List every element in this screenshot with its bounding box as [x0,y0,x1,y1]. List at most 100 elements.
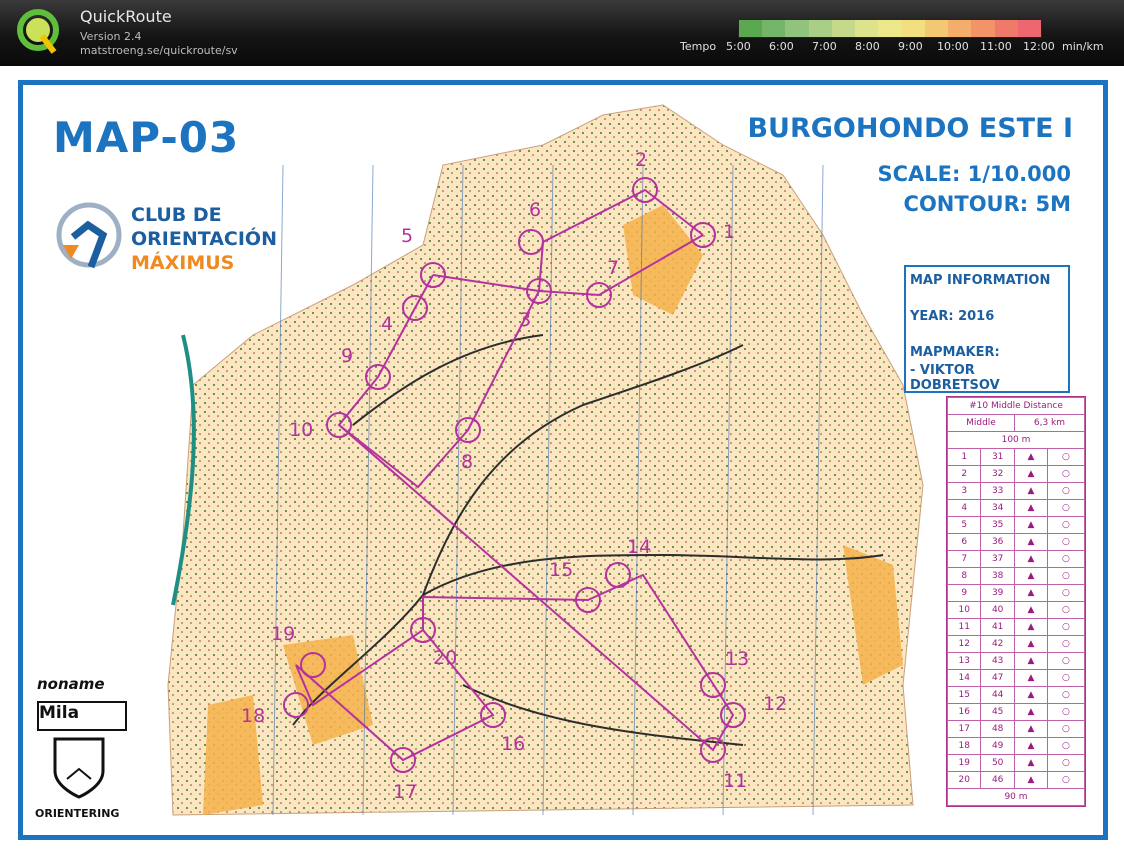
control-seq: 10 [946,601,982,619]
info-mapmaker-label: MAPMAKER: [910,345,1000,360]
feature-icon: ▲ [1013,465,1048,483]
mila-logo: Mila [37,701,127,731]
tempo-tick: 11:00 [980,40,1012,53]
tempo-swatch [901,20,925,37]
noname-logo: noname [37,675,105,693]
course-class: Middle [947,414,1015,432]
last-leg-distance: 90 m [947,788,1085,806]
description-row: 7 37 ▲ ○ [946,550,1086,568]
control-seq: 3 [946,482,982,500]
description-row: 6 36 ▲ ○ [946,533,1086,551]
orientering-text: ORIENTERING [35,807,120,820]
control-number: 4 [381,313,394,335]
feature-icon: ▲ [1013,618,1048,636]
feature-icon: ▲ [1013,686,1048,704]
tempo-swatch [739,20,763,37]
feature-icon: ▲ [1013,448,1048,466]
control-number: 5 [401,225,414,247]
title-bar: QuickRoute Version 2.4 matstroeng.se/qui… [0,0,1124,66]
info-year: YEAR: 2016 [910,309,995,324]
tempo-swatch [785,20,809,37]
control-number: 6 [529,199,542,221]
feature-icon: ▲ [1013,584,1048,602]
control-description-sheet: #10 Middle Distance Middle 6,3 km 100 m 1… [946,396,1086,807]
control-seq: 4 [946,499,982,517]
location-icon: ○ [1046,533,1086,551]
control-seq: 6 [946,533,982,551]
control-number: 17 [393,781,418,803]
location-icon: ○ [1046,482,1086,500]
control-number: 9 [341,345,354,367]
control-number: 13 [725,648,750,670]
control-number: 10 [289,419,314,441]
description-row: 11 41 ▲ ○ [946,618,1086,636]
control-seq: 18 [946,737,982,755]
scale-text: SCALE: 1/10.000 [877,162,1071,186]
location-icon: ○ [1046,618,1086,636]
control-number: 14 [627,536,652,558]
control-code: 35 [980,516,1015,534]
control-number: 8 [461,451,474,473]
control-seq: 12 [946,635,982,653]
feature-icon: ▲ [1013,737,1048,755]
description-row: 12 42 ▲ ○ [946,635,1086,653]
feature-icon: ▲ [1013,635,1048,653]
club-line3: MÁXIMUS [131,252,235,274]
control-number: 19 [271,623,296,645]
control-code: 48 [980,720,1015,738]
scale-info: SCALE: 1/10.000 CONTOUR: 5M [877,159,1071,219]
location-icon: ○ [1046,516,1086,534]
ifk-lidingo-crest-icon [53,737,105,799]
tempo-swatch [924,20,949,37]
control-seq: 13 [946,652,982,670]
control-code: 50 [980,754,1015,772]
control-code: 33 [980,482,1015,500]
club-logo: CLUB DE ORIENTACIÓN MÁXIMUS [53,197,293,277]
description-row: 19 50 ▲ ○ [946,754,1086,772]
control-number: 20 [433,647,458,669]
control-seq: 20 [946,771,982,789]
control-number: 11 [723,770,748,792]
feature-icon: ▲ [1013,669,1048,687]
control-number: 12 [763,693,788,715]
description-row: 5 35 ▲ ○ [946,516,1086,534]
tempo-tick: 6:00 [769,40,794,53]
control-code: 37 [980,550,1015,568]
mila-text: Mila [39,703,80,723]
description-row: 1 31 ▲ ○ [946,448,1086,466]
description-row: 13 43 ▲ ○ [946,652,1086,670]
control-number: 15 [549,559,574,581]
tempo-swatch [948,20,972,37]
control-code: 46 [980,771,1015,789]
control-number: 16 [501,733,526,755]
feature-icon: ▲ [1013,601,1048,619]
course-length: 6,3 km [1013,414,1086,432]
location-icon: ○ [1046,550,1086,568]
finish-distance: 100 m [947,431,1085,449]
contour-text: CONTOUR: 5M [903,192,1071,216]
description-row: 4 34 ▲ ○ [946,499,1086,517]
club-name: CLUB DE ORIENTACIÓN MÁXIMUS [131,203,277,275]
feature-icon: ▲ [1013,550,1048,568]
description-row: 17 48 ▲ ○ [946,720,1086,738]
location-icon: ○ [1046,601,1086,619]
control-number: 7 [607,257,620,279]
control-seq: 2 [946,465,982,483]
runner-logo-icon [56,202,122,269]
control-code: 45 [980,703,1015,721]
tempo-swatch [994,20,1018,37]
location-icon: ○ [1046,771,1086,789]
tempo-tick: 5:00 [726,40,751,53]
feature-icon: ▲ [1013,567,1048,585]
control-code: 40 [980,601,1015,619]
tempo-swatch [808,20,832,37]
control-code: 42 [980,635,1015,653]
app-url[interactable]: matstroeng.se/quickroute/sv [80,44,238,57]
app-version: Version 2.4 [80,30,142,43]
location-icon: ○ [1046,567,1086,585]
tempo-tick: 9:00 [898,40,923,53]
control-code: 47 [980,669,1015,687]
course-name: #10 Middle Distance [947,397,1085,415]
orienteering-map[interactable]: MAP-03 BURGOHONDO ESTE I SCALE: 1/10.000… [18,80,1108,840]
location-icon: ○ [1046,652,1086,670]
